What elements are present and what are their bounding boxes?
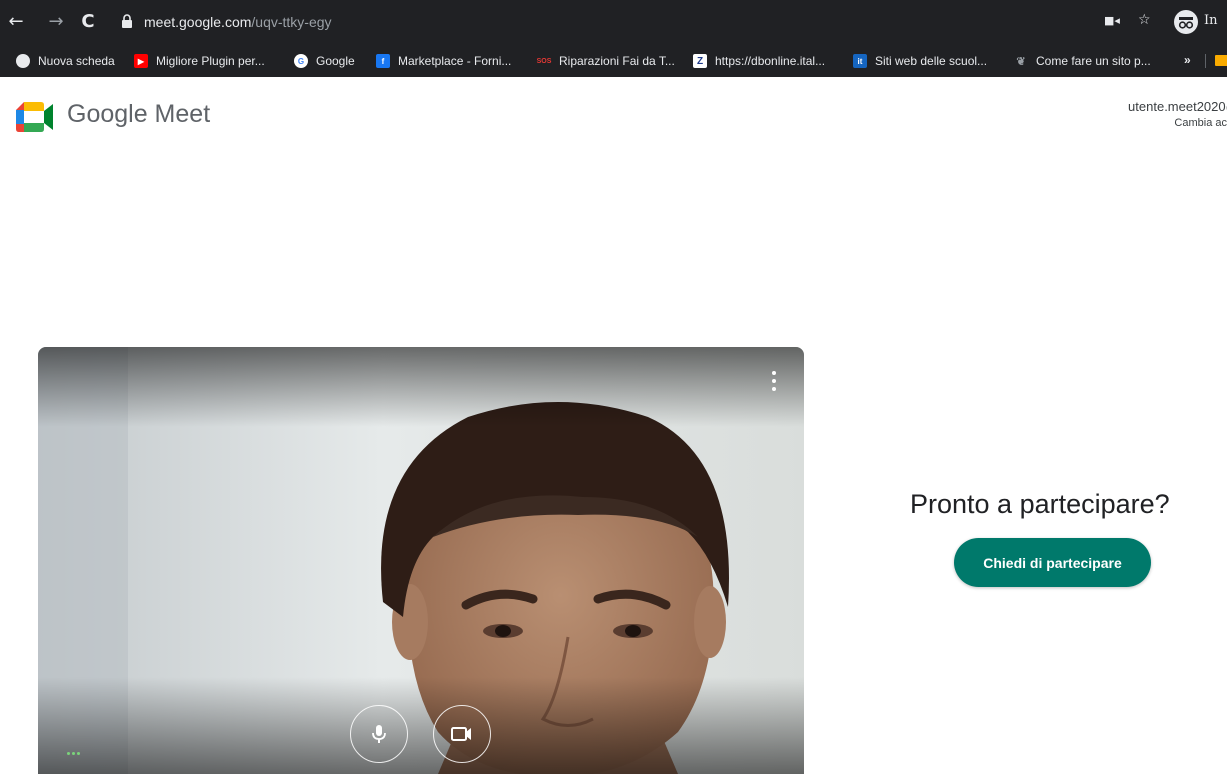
bookmark-item[interactable]: ❦ Come fare un sito p... <box>1014 52 1151 70</box>
video-camera-icon <box>451 727 471 741</box>
switch-account-link[interactable]: Cambia ac <box>1067 117 1227 129</box>
sos-icon: SOS <box>536 57 552 65</box>
bookmark-label: Migliore Plugin per... <box>156 54 265 68</box>
bookmark-item[interactable]: f Marketplace - Forni... <box>376 52 511 70</box>
account-info: utente.meet2020@gmai Cambia ac <box>1067 99 1227 129</box>
leaf-icon: ❦ <box>1016 55 1026 68</box>
google-meet-logo-icon <box>16 102 53 132</box>
address-bar[interactable]: meet.google.com/uqv-ttky-egy <box>110 8 1210 36</box>
url-text[interactable]: meet.google.com/uqv-ttky-egy <box>144 14 332 30</box>
account-email: utente.meet2020@gmai <box>1128 99 1227 114</box>
bookmark-item[interactable]: ▶ Migliore Plugin per... <box>134 52 265 70</box>
ready-title: Pronto a partecipare? <box>910 489 1170 519</box>
star-icon[interactable]: ☆ <box>1138 12 1151 28</box>
meet-brand-title: Google Meet <box>67 100 211 128</box>
microphone-icon <box>372 725 386 743</box>
youtube-icon: ▶ <box>134 54 148 68</box>
incognito-avatar-icon[interactable] <box>1174 10 1198 34</box>
bookmarks-bar: Nuova scheda ▶ Migliore Plugin per... G Go… <box>0 44 1227 77</box>
bookmark-label: Nuova scheda <box>38 54 115 68</box>
microphone-button[interactable] <box>350 705 408 763</box>
bookmark-item[interactable]: Nuova scheda <box>16 52 115 70</box>
bookmarks-divider <box>1205 54 1206 68</box>
audio-level-indicator <box>67 752 80 755</box>
camera-button[interactable] <box>433 705 491 763</box>
camera-indicator-icon[interactable]: ■◂ <box>1104 14 1120 27</box>
bookmark-label: Marketplace - Forni... <box>398 54 512 68</box>
facebook-icon: f <box>376 54 390 68</box>
bookmark-label: Riparazioni Fai da T... <box>559 54 675 68</box>
bookmark-label: https://dbonline.ital... <box>715 54 826 68</box>
bookmark-item[interactable]: G Google <box>294 52 355 70</box>
bookmark-label: Siti web delle scuol... <box>875 54 988 68</box>
back-arrow-icon[interactable]: ← <box>6 11 26 33</box>
url-path: /uqv-ttky-egy <box>251 14 332 30</box>
ask-to-join-button[interactable]: Chiedi di partecipare <box>954 538 1151 587</box>
bookmark-label: Google <box>316 54 355 68</box>
more-options-icon[interactable] <box>766 371 782 391</box>
camera-preview <box>38 347 804 774</box>
lock-icon <box>122 14 132 28</box>
profile-label[interactable]: In <box>1204 13 1218 28</box>
forward-arrow-icon[interactable]: → <box>46 11 66 33</box>
bookmark-item[interactable]: it Siti web delle scuol... <box>853 52 987 70</box>
more-bookmarks-icon[interactable]: » <box>1184 53 1191 67</box>
bookmark-item[interactable]: SOS Riparazioni Fai da T... <box>537 52 675 70</box>
z-icon: Z <box>693 54 707 68</box>
it-icon: it <box>853 54 867 68</box>
google-icon: G <box>294 54 308 68</box>
reload-icon[interactable]: C <box>78 11 98 33</box>
bookmark-item[interactable]: Zhttps://dbonline.ital... <box>693 52 825 70</box>
camera-feed-image <box>38 347 804 774</box>
url-host: meet.google.com <box>144 14 252 30</box>
browser-toolbar: ← → C meet.google.com/uqv-ttky-egy ■◂ ☆ … <box>0 0 1227 44</box>
globe-icon <box>16 54 30 68</box>
bookmark-label: Come fare un sito p... <box>1036 54 1151 68</box>
folder-icon[interactable] <box>1215 55 1227 66</box>
